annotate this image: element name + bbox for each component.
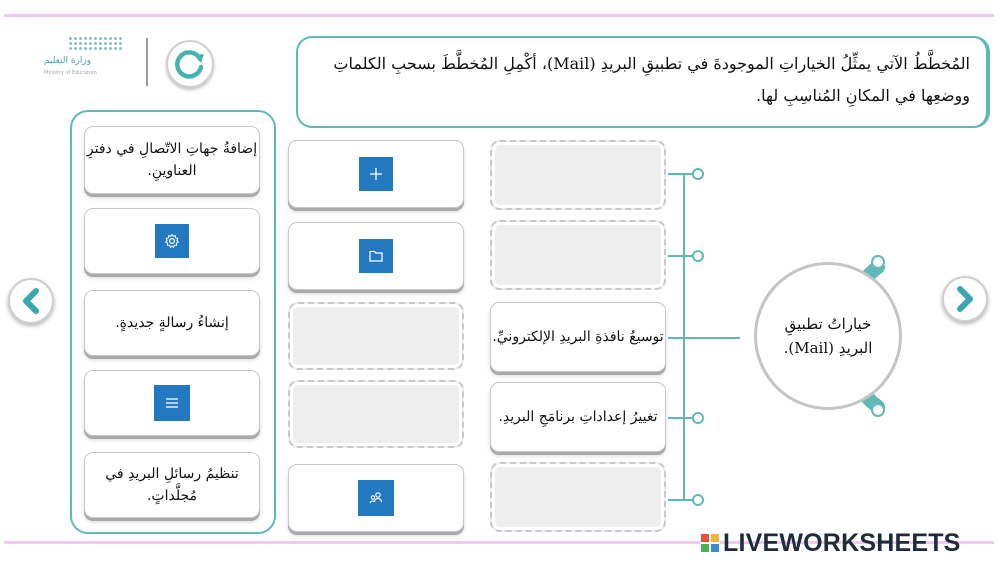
center-topic-label: خياراتُ تطبيقِ البريدِ (Mail). (783, 315, 873, 357)
drop-slot-text-5[interactable] (490, 462, 666, 532)
gear-icon (164, 233, 180, 249)
plus-icon (370, 168, 382, 180)
drop-slot-icon-4[interactable] (288, 380, 464, 448)
chevron-right-icon (957, 286, 973, 312)
gear-icon-tile (155, 224, 189, 258)
previous-page-button[interactable] (8, 278, 54, 324)
menu-icon (166, 398, 178, 408)
draggable-card-add-contacts[interactable]: إضافةُ جهاتِ الاتّصالِ في دفترِ العناوين… (84, 126, 260, 194)
card-label: إنشاءُ رسالةٍ جديدةٍ. (115, 315, 229, 331)
header-divider (146, 38, 148, 86)
icon-card-folder (288, 222, 464, 290)
menu-icon-tile (154, 385, 190, 421)
card-label: توسيعُ نافذةِ البريدِ الإلكترونيِّ. (492, 329, 664, 345)
icon-card-people (288, 464, 464, 532)
liveworksheets-logo-icon (700, 533, 720, 553)
logo-english-text: Ministry of Education (44, 70, 97, 76)
card-label: تنظيمُ رسائلِ البريدِ في مُجلَّداتٍ. (105, 466, 239, 504)
chevron-left-icon (23, 288, 39, 314)
drop-slot-icon-3[interactable] (288, 302, 464, 370)
liveworksheets-brand: LIVEWORKSHEETS (700, 528, 961, 558)
folder-icon (369, 250, 383, 262)
refresh-button[interactable] (166, 40, 214, 88)
plus-icon-tile (359, 157, 393, 191)
people-icon (369, 492, 383, 504)
draggable-card-menu[interactable] (84, 370, 260, 436)
logo-arabic-text: وزارة التعليم (44, 56, 92, 66)
next-page-button[interactable] (942, 276, 988, 322)
center-topic-circle: خياراتُ تطبيقِ البريدِ (Mail). (754, 262, 902, 410)
refresh-icon (175, 50, 204, 79)
question-text: المُخطَّطُ الآتي يمثِّلُ الخياراتِ الموج… (296, 36, 990, 128)
people-icon-tile (358, 480, 394, 516)
card-label: إضافةُ جهاتِ الاتّصالِ في دفترِ العناوين… (86, 141, 258, 179)
folder-icon-tile (359, 239, 393, 273)
brand-text: LIVEWORKSHEETS (723, 528, 961, 557)
card-label: تغييرُ إعداداتِ برنامَجِ البريدِ. (498, 409, 658, 425)
draggable-card-new-message[interactable]: إنشاءُ رسالةٍ جديدةٍ. (84, 290, 260, 356)
draggable-card-gear[interactable] (84, 208, 260, 274)
ministry-logo: وزارة التعليم Ministry of Education (44, 34, 134, 84)
text-card-change-settings: تغييرُ إعداداتِ برنامَجِ البريدِ. (490, 382, 666, 452)
draggable-card-organize-folders[interactable]: تنظيمُ رسائلِ البريدِ في مُجلَّداتٍ. (84, 452, 260, 518)
logo-dots-icon (68, 36, 124, 52)
text-card-expand-window: توسيعُ نافذةِ البريدِ الإلكترونيِّ. (490, 302, 666, 372)
drop-slot-text-2[interactable] (490, 220, 666, 290)
icon-card-plus (288, 140, 464, 208)
drop-slot-text-1[interactable] (490, 140, 666, 210)
